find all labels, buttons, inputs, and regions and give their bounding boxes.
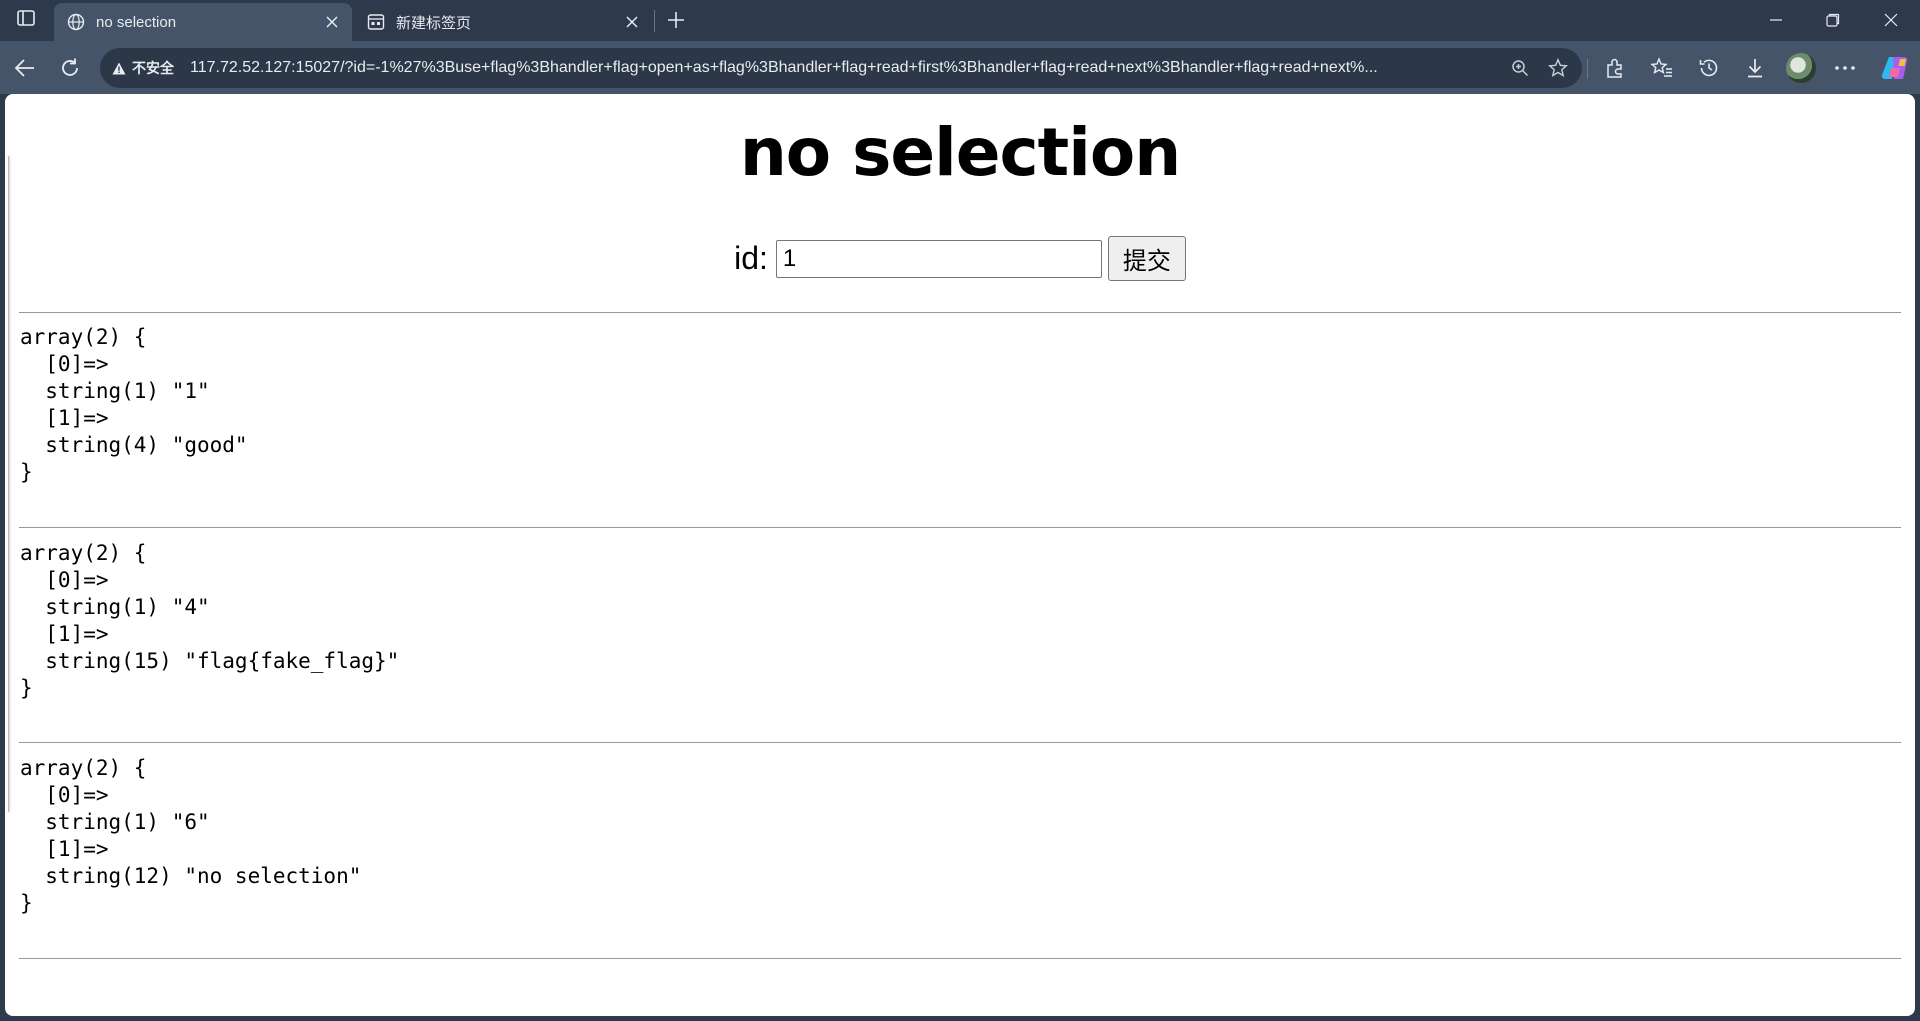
tab-close-button[interactable] xyxy=(322,12,342,32)
profile-avatar[interactable] xyxy=(1786,53,1816,83)
tab-strip: no selection 新建标签页 xyxy=(0,0,1920,41)
security-label: 不安全 xyxy=(132,60,174,76)
tab-title: 新建标签页 xyxy=(396,14,472,32)
window-close-button[interactable] xyxy=(1871,4,1911,36)
downloads-button[interactable] xyxy=(1740,53,1770,83)
id-label: id: xyxy=(734,240,768,276)
extensions-button[interactable] xyxy=(1600,53,1630,83)
back-button[interactable] xyxy=(10,53,40,83)
browser-toolbar: 不安全 117.72.52.127:15027/?id=-1%27%3Buse+… xyxy=(0,41,1920,94)
divider xyxy=(19,958,1901,959)
submit-button[interactable]: 提交 xyxy=(1107,236,1186,281)
tab-close-button[interactable] xyxy=(622,12,642,32)
back-arrow-icon xyxy=(14,59,34,77)
tab-actions-button[interactable] xyxy=(10,8,42,32)
tab-new-tab[interactable]: 新建标签页 xyxy=(354,3,652,41)
more-menu-button[interactable] xyxy=(1830,53,1860,83)
result-dump: array(2) { [0]=> string(1) "4" [1]=> str… xyxy=(20,541,400,700)
plus-icon xyxy=(668,12,684,28)
close-icon xyxy=(1884,13,1898,27)
copilot-icon xyxy=(1881,56,1908,80)
history-button[interactable] xyxy=(1694,53,1724,83)
warning-icon xyxy=(112,62,126,75)
reload-icon xyxy=(62,58,78,76)
download-icon xyxy=(1748,59,1762,78)
favorites-list-icon xyxy=(1650,57,1672,77)
close-icon xyxy=(326,16,338,28)
ellipsis-icon xyxy=(1835,66,1855,70)
tab-divider xyxy=(654,10,655,32)
divider xyxy=(19,742,1901,743)
restore-icon xyxy=(1826,13,1840,27)
restore-button[interactable] xyxy=(1813,4,1853,36)
security-indicator[interactable]: 不安全 xyxy=(112,58,174,78)
result-dump: array(2) { [0]=> string(1) "1" [1]=> str… xyxy=(20,325,248,484)
divider xyxy=(19,527,1901,528)
page-viewport: no selection id: 提交 array(2) { [0]=> str… xyxy=(5,94,1915,1016)
globe-icon xyxy=(66,12,86,32)
minimize-button[interactable] xyxy=(1756,4,1796,36)
new-tab-page-icon xyxy=(366,12,386,32)
favorite-star-icon[interactable] xyxy=(1544,54,1572,82)
address-bar[interactable]: 不安全 117.72.52.127:15027/?id=-1%27%3Buse+… xyxy=(100,48,1582,88)
history-icon xyxy=(1699,59,1718,77)
id-input[interactable] xyxy=(775,239,1102,278)
copilot-button[interactable] xyxy=(1880,53,1910,83)
result-dump: array(2) { [0]=> string(1) "6" [1]=> str… xyxy=(20,756,362,915)
new-tab-button[interactable] xyxy=(664,8,688,32)
favorites-button[interactable] xyxy=(1647,53,1677,83)
url-text[interactable]: 117.72.52.127:15027/?id=-1%27%3Buse+flag… xyxy=(190,59,1496,77)
reload-button[interactable] xyxy=(55,53,85,83)
tab-actions-icon xyxy=(17,9,35,31)
page-title: no selection xyxy=(739,114,1181,191)
minimize-icon xyxy=(1770,19,1782,21)
tab-title: no selection xyxy=(96,13,177,31)
zoom-icon[interactable] xyxy=(1506,54,1534,82)
close-icon xyxy=(626,16,638,28)
tab-no-selection[interactable]: no selection xyxy=(54,3,352,41)
id-form: id: 提交 xyxy=(5,236,1915,281)
divider xyxy=(19,312,1901,313)
extensions-icon xyxy=(1607,58,1622,78)
toolbar-divider xyxy=(1587,59,1588,79)
